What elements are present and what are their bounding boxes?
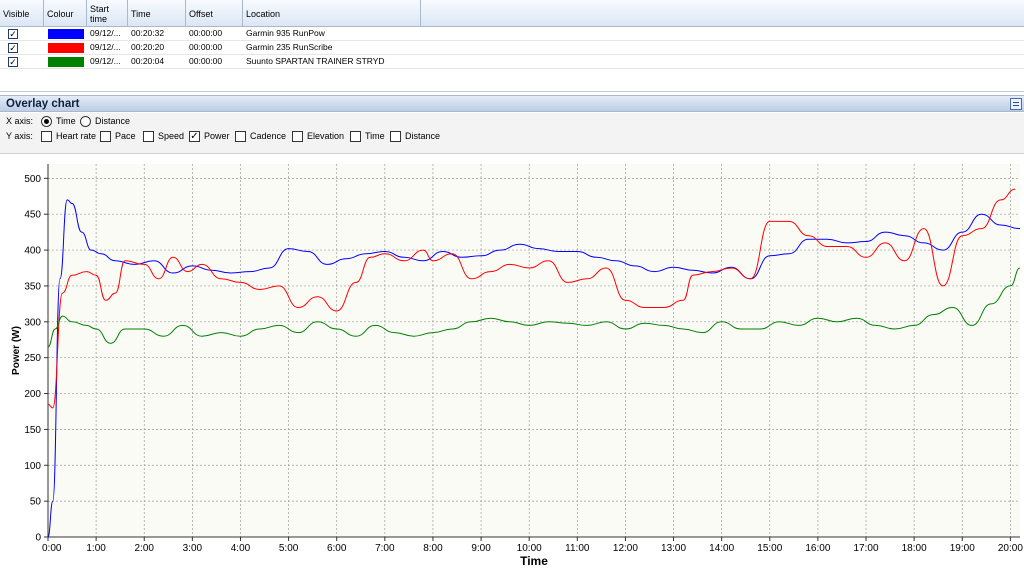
x-axis-time-label[interactable]: Time [56,115,76,127]
visible-checkbox[interactable]: ✓ [8,57,18,67]
y-power-checkbox[interactable]: ✓ [189,131,200,142]
x-axis-time-radio[interactable] [41,116,52,127]
x-tick-label: 17:00 [854,543,879,554]
y-distance-checkbox[interactable] [390,131,401,142]
x-tick-label: 10:00 [517,543,542,554]
header-location[interactable]: Location [243,0,421,27]
y-tick-label: 0 [35,533,41,544]
x-tick-label: 12:00 [613,543,638,554]
y-cadence-checkbox[interactable] [235,131,246,142]
y-elevation-checkbox[interactable] [292,131,303,142]
header-time[interactable]: Time [128,0,186,27]
y-tick-label: 450 [24,210,41,221]
y-distance-label[interactable]: Distance [405,130,440,142]
header-location-label: Location [246,8,281,19]
y-tick-label: 250 [24,353,41,364]
x-tick-label: 2:00 [135,543,155,554]
y-heart-rate-label[interactable]: Heart rate [56,130,96,142]
x-tick-label: 15:00 [757,543,782,554]
y-pace-checkbox[interactable] [100,131,111,142]
offset-cell: 00:00:00 [189,42,223,52]
visible-checkbox[interactable]: ✓ [8,43,18,53]
colour-swatch[interactable] [48,43,84,53]
tracks-grid: Visible Colour Start time Time Offset Lo… [0,0,1024,92]
header-visible[interactable]: Visible [0,0,44,27]
x-axis-distance-label[interactable]: Distance [95,115,130,127]
x-tick-label: 20:00 [998,543,1023,554]
x-axis-label: X axis: [6,116,34,126]
axis-options: X axis: Time Distance Y axis: Heart rate… [0,113,1024,153]
grid-header: Visible Colour Start time Time Offset Lo… [0,0,1024,27]
x-tick-label: 3:00 [183,543,203,554]
y-power-label[interactable]: Power [204,130,230,142]
y-axis-title: Power (W) [11,326,22,375]
header-visible-label: Visible [3,8,30,19]
x-tick-label: 0:00 [42,543,62,554]
y-elevation-label[interactable]: Elevation [307,130,344,142]
x-tick-label: 18:00 [902,543,927,554]
time-cell: 00:20:04 [131,56,165,66]
time-cell: 00:20:32 [131,28,165,38]
y-tick-label: 150 [24,425,41,436]
header-start-time-label: Start time [90,3,110,24]
colour-swatch[interactable] [48,29,84,39]
x-tick-label: 14:00 [709,543,734,554]
x-tick-label: 9:00 [471,543,491,554]
y-speed-checkbox[interactable] [143,131,154,142]
x-tick-label: 19:00 [950,543,975,554]
y-tick-label: 500 [24,174,41,185]
x-tick-label: 13:00 [661,543,686,554]
overlay-chart[interactable]: 0 50 100 150 200 250 300 350 400 450 500 0:00 1:00 2:… [0,153,1024,571]
location-cell: Garmin 935 RunPow [246,28,325,38]
header-colour-label: Colour [47,8,74,19]
table-row[interactable]: ✓ 09/12/... 00:20:32 00:00:00 Garmin 935… [0,27,1024,41]
table-row[interactable]: ✓ 09/12/... 00:20:20 00:00:00 Garmin 235… [0,41,1024,55]
y-tick-label: 400 [24,246,41,257]
time-cell: 00:20:20 [131,42,165,52]
y-cadence-label[interactable]: Cadence [250,130,286,142]
offset-cell: 00:00:00 [189,28,223,38]
colour-swatch[interactable] [48,57,84,67]
x-tick-label: 8:00 [423,543,443,554]
start-time-cell: 09/12/... [90,28,121,38]
x-tick-label: 4:00 [231,543,251,554]
offset-cell: 00:00:00 [189,56,223,66]
x-tick-label: 6:00 [327,543,347,554]
x-tick-label: 11:00 [565,543,590,554]
x-tick-label: 5:00 [279,543,299,554]
y-tick-label: 50 [30,497,42,508]
start-time-cell: 09/12/... [90,42,121,52]
x-tick-label: 7:00 [375,543,395,554]
table-row[interactable]: ✓ 09/12/... 00:20:04 00:00:00 Suunto SPA… [0,55,1024,69]
collapse-panel-icon[interactable] [1010,98,1022,110]
y-time-checkbox[interactable] [350,131,361,142]
header-time-label: Time [131,8,151,19]
header-colour[interactable]: Colour [44,0,87,27]
x-axis-title: Time [520,554,548,568]
panel-title: Overlay chart [6,98,80,110]
plot-area [48,164,1020,537]
x-tick-label: 1:00 [86,543,106,554]
overlay-panel-header: Overlay chart [0,95,1024,112]
x-axis-distance-radio[interactable] [80,116,91,127]
location-cell: Suunto SPARTAN TRAINER STRYD [246,56,385,66]
y-heart-rate-checkbox[interactable] [41,131,52,142]
y-axis-label: Y axis: [6,131,33,141]
y-tick-label: 100 [24,461,41,472]
header-offset[interactable]: Offset [186,0,243,27]
y-time-label[interactable]: Time [365,130,385,142]
y-tick-label: 200 [24,389,41,400]
x-tick-label: 16:00 [805,543,830,554]
visible-checkbox[interactable]: ✓ [8,29,18,39]
y-speed-label[interactable]: Speed [158,130,184,142]
location-cell: Garmin 235 RunScribe [246,42,333,52]
power-chart-svg[interactable]: 0 50 100 150 200 250 300 350 400 450 500 0:00 1:00 2:… [0,154,1024,572]
y-pace-label[interactable]: Pace [115,130,136,142]
header-start-time[interactable]: Start time [87,0,128,27]
y-tick-label: 300 [24,317,41,328]
header-offset-label: Offset [189,8,213,19]
start-time-cell: 09/12/... [90,56,121,66]
y-tick-label: 350 [24,281,41,292]
